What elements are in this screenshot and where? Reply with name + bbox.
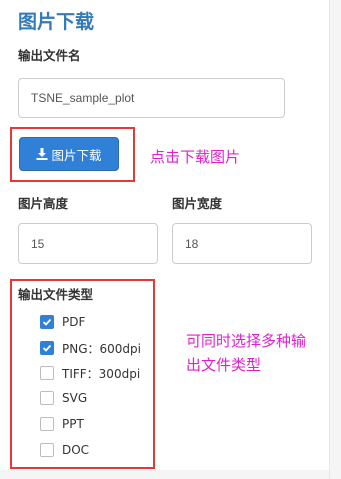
filetype-option-svg[interactable]: SVG xyxy=(40,389,87,407)
filetype-annotation-line1: 可同时选择多种输 xyxy=(186,332,307,350)
width-input[interactable] xyxy=(172,223,312,264)
option-label: SVG xyxy=(62,391,88,405)
download-icon xyxy=(36,148,48,160)
filename-label: 输出文件名 xyxy=(18,48,81,63)
checkbox-pdf[interactable] xyxy=(40,315,54,329)
height-label: 图片高度 xyxy=(18,196,69,211)
check-icon xyxy=(42,318,52,326)
width-label: 图片宽度 xyxy=(172,196,223,211)
checkbox-png[interactable] xyxy=(40,341,54,355)
filetype-option-png[interactable]: PNG：600dpi xyxy=(40,339,141,357)
scrollbar-track[interactable] xyxy=(329,0,341,479)
check-icon xyxy=(42,344,52,352)
filetype-annotation-line2: 出文件类型 xyxy=(186,356,262,374)
option-label: TIFF：300dpi xyxy=(62,366,141,381)
checkbox-doc[interactable] xyxy=(40,443,54,457)
panel-bottom-edge xyxy=(0,470,329,479)
option-label: DOC xyxy=(62,443,90,457)
download-panel: 图片下载 输出文件名 图片下载 点击下载图片 图片高度 图片宽度 输出文件类型 … xyxy=(0,0,329,479)
panel-title: 图片下载 xyxy=(18,11,95,33)
filetype-option-ppt[interactable]: PPT xyxy=(40,415,84,433)
filetype-label: 输出文件类型 xyxy=(18,287,94,302)
option-label: PNG：600dpi xyxy=(62,341,141,356)
option-label: PDF xyxy=(62,315,86,329)
checkbox-svg[interactable] xyxy=(40,391,54,405)
download-button[interactable]: 图片下载 xyxy=(19,137,119,171)
filename-input[interactable] xyxy=(18,78,285,118)
height-input[interactable] xyxy=(18,223,158,264)
checkbox-ppt[interactable] xyxy=(40,417,54,431)
filetype-option-tiff[interactable]: TIFF：300dpi xyxy=(40,364,140,382)
option-label: PPT xyxy=(62,417,84,431)
filetype-option-doc[interactable]: DOC xyxy=(40,441,89,459)
filetype-option-pdf[interactable]: PDF xyxy=(40,313,85,331)
checkbox-tiff[interactable] xyxy=(40,366,54,380)
download-button-label: 图片下载 xyxy=(51,147,102,163)
download-annotation: 点击下载图片 xyxy=(150,148,241,166)
